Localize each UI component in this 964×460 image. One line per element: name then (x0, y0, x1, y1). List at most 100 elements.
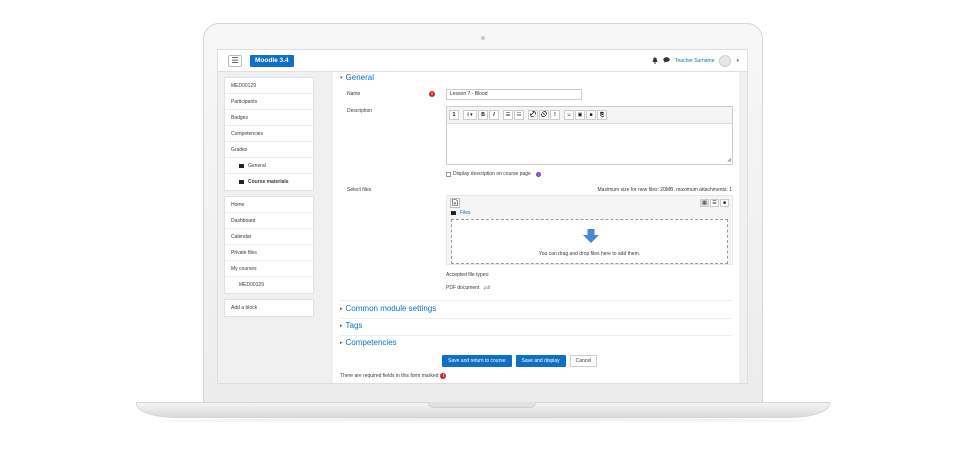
drawer-item-course[interactable]: MED00129 (225, 78, 313, 94)
file-dropzone[interactable]: You can drag and drop files here to add … (451, 219, 728, 264)
name-input[interactable]: Lesson 7 - Blood (446, 89, 582, 100)
user-nav: Teacher Surname ▾ (652, 54, 739, 68)
divider (340, 335, 732, 336)
unlink-button[interactable] (539, 110, 549, 120)
drawer-item-label: General (248, 163, 266, 169)
drawer-item-dashboard[interactable]: Dashboard (225, 213, 313, 229)
divider (340, 300, 732, 301)
drawer-item-competencies[interactable]: Competencies (225, 126, 313, 142)
dropzone-text: You can drag and drop files here to add … (538, 251, 641, 257)
save-return-button[interactable]: Save and return to course (442, 355, 512, 367)
required-icon: ! (429, 91, 435, 97)
user-name[interactable]: Teacher Surname (675, 58, 714, 64)
view-toggle: ▦ ☰ ■ (700, 199, 729, 207)
section-competencies[interactable]: ▸ Competencies (340, 338, 397, 347)
max-size-note: Maximum size for new files: 20MB, maximu… (597, 187, 733, 193)
section-general[interactable]: ▾ General (340, 73, 374, 82)
link-button[interactable] (528, 110, 538, 120)
pdf-extension: .pdf (482, 285, 491, 290)
folder-icon (239, 179, 244, 184)
accepted-type-pdf: PDF document .pdf (446, 285, 490, 291)
drawer-item-calendar[interactable]: Calendar (225, 229, 313, 245)
drawer-item-my-courses[interactable]: My courses (225, 261, 313, 277)
drawer-item-course-materials[interactable]: Course materials (225, 174, 313, 190)
section-title: Competencies (345, 338, 397, 347)
warning-button[interactable]: ! (550, 110, 560, 120)
ordered-list-button[interactable]: ☷ (514, 110, 524, 120)
pdf-label: PDF document (446, 285, 480, 291)
accepted-types-label: Accepted file types: (446, 272, 490, 278)
form-actions: Save and return to course Save and displ… (442, 355, 598, 367)
resize-handle-icon[interactable]: ◢ (727, 157, 731, 163)
section-title: Common module settings (345, 304, 437, 313)
paragraph-style-button[interactable]: i ▾ (463, 110, 477, 120)
cancel-button[interactable]: Cancel (569, 355, 598, 367)
screen: ☰ Moodle 3.4 Teacher Surname ▾ MED00129 … (217, 49, 748, 384)
file-add-icon (452, 199, 458, 206)
arrow-down-icon (583, 229, 599, 243)
required-note-text: There are required fields in this form m… (340, 373, 439, 379)
media-button[interactable]: ■ (586, 110, 596, 120)
manage-files-button[interactable]: ⎘ (597, 110, 607, 120)
nav-drawer: MED00129 Participants Badges Competencie… (224, 77, 314, 322)
add-file-button[interactable] (450, 198, 460, 208)
folder-icon (451, 211, 456, 215)
italic-button[interactable]: I (489, 110, 499, 120)
bold-button[interactable]: B (478, 110, 488, 120)
drawer-item-label: Course materials (248, 179, 289, 185)
caret-right-icon: ▸ (340, 339, 343, 346)
files-breadcrumb[interactable]: Files (451, 210, 471, 216)
menu-toggle-button[interactable]: ☰ (228, 55, 242, 67)
name-label: Name (347, 91, 361, 97)
image-button[interactable]: ▣ (575, 110, 585, 120)
display-description-label: Display description on course page (453, 171, 531, 177)
view-tree-button[interactable]: ■ (720, 199, 729, 207)
drawer-item-my-course[interactable]: MED00129 (225, 277, 313, 293)
required-fields-note: There are required fields in this form m… (340, 373, 447, 379)
section-title: Tags (345, 321, 363, 330)
drawer-item-participants[interactable]: Participants (225, 94, 313, 110)
section-tags[interactable]: ▸ Tags (340, 321, 362, 330)
display-description-row: Display description on course page ? (446, 171, 541, 177)
chevron-down-icon[interactable]: ▾ (736, 58, 739, 64)
description-label: Description (347, 108, 373, 114)
editor-toolbar: 1 i ▾ B I ☰ ☷ ! ☺ ▣ ■ ⎘ (447, 107, 732, 124)
help-icon[interactable]: ? (535, 171, 541, 177)
editor-content-area[interactable] (447, 124, 732, 164)
caret-down-icon: ▾ (340, 74, 343, 81)
unordered-list-button[interactable]: ☰ (503, 110, 513, 120)
add-block-group: Add a block (224, 299, 314, 317)
folder-icon (239, 163, 244, 168)
caret-right-icon: ▸ (340, 322, 343, 329)
add-block-link[interactable]: Add a block (225, 300, 313, 316)
drawer-item-private-files[interactable]: Private files (225, 245, 313, 261)
drawer-item-grades[interactable]: Grades (225, 142, 313, 158)
drawer-item-home[interactable]: Home (225, 197, 313, 213)
course-nav-group: MED00129 Participants Badges Competencie… (224, 77, 314, 191)
chat-icon[interactable] (663, 57, 670, 65)
required-icon: ! (440, 373, 447, 379)
laptop-notch (428, 402, 536, 408)
description-editor: 1 i ▾ B I ☰ ☷ ! ☺ ▣ ■ ⎘ ◢ (446, 106, 733, 165)
select-files-label: Select files (347, 187, 372, 193)
avatar[interactable] (719, 55, 732, 67)
drawer-item-badges[interactable]: Badges (225, 110, 313, 126)
collapse-toolbar-button[interactable]: 1 (449, 110, 459, 120)
navbar: ☰ Moodle 3.4 Teacher Surname ▾ (218, 50, 747, 72)
emoticon-button[interactable]: ☺ (564, 110, 574, 120)
view-icons-button[interactable]: ▦ (700, 199, 709, 207)
site-brand[interactable]: Moodle 3.4 (250, 55, 294, 67)
view-list-button[interactable]: ☰ (710, 199, 719, 207)
site-nav-group: Home Dashboard Calendar Private files My… (224, 196, 314, 294)
link-icon (530, 110, 536, 118)
save-display-button[interactable]: Save and display (515, 355, 566, 367)
laptop-shadow (160, 418, 806, 424)
display-description-checkbox[interactable] (446, 171, 451, 177)
bell-icon[interactable] (652, 57, 658, 66)
section-title: General (345, 73, 374, 82)
caret-right-icon: ▸ (340, 305, 343, 312)
files-link: Files (460, 210, 471, 216)
drawer-item-general[interactable]: General (225, 158, 313, 174)
unlink-icon (541, 110, 547, 118)
section-common-module-settings[interactable]: ▸ Common module settings (340, 304, 436, 313)
